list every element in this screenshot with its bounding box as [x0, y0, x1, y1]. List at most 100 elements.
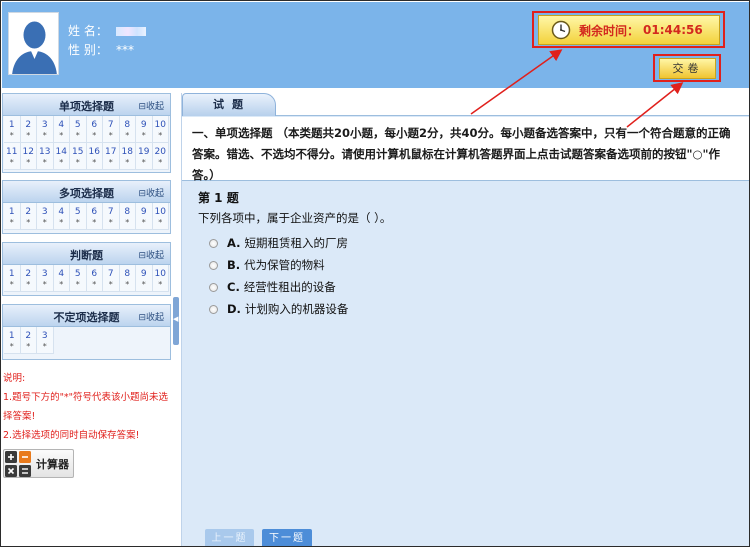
unanswered-mark: * — [59, 158, 64, 167]
next-question-button[interactable]: 下一题 — [262, 529, 312, 546]
calculator-button[interactable]: 计算器 — [3, 449, 74, 478]
question-number-cell[interactable]: 3 * — [37, 327, 54, 354]
question-number-label: 3 — [41, 120, 48, 130]
option-c[interactable]: C. 经营性租出的设备 — [198, 276, 738, 298]
question-number-cell[interactable]: 10 * — [152, 265, 169, 292]
question-number: 第 1 题 — [198, 191, 239, 205]
tab-questions[interactable]: 试题 — [182, 93, 276, 116]
question-number-cell[interactable]: 2 * — [20, 116, 37, 143]
question-number-cell[interactable]: 1 * — [4, 327, 21, 354]
question-number-cell[interactable]: 1 * — [4, 116, 21, 143]
question-number-label: 8 — [124, 207, 131, 217]
section-header: 单项选择题 ⊟收起 — [3, 94, 170, 116]
question-number-cell[interactable]: 4 * — [53, 116, 70, 143]
question-number-cell[interactable]: 7 * — [103, 116, 120, 143]
question-number-cell[interactable]: 9 * — [136, 265, 153, 292]
question-grid: 1 * 2 * 3 * — [3, 327, 170, 354]
question-number-label: 10 — [154, 207, 166, 217]
question-number-cell[interactable]: 4 * — [53, 203, 70, 230]
unanswered-mark: * — [75, 280, 80, 289]
question-number-label: 12 — [22, 147, 34, 157]
question-number-cell[interactable]: 7 * — [103, 265, 120, 292]
question-number-cell[interactable]: 14 * — [53, 143, 70, 170]
question-text: 下列各项中，属于企业资产的是（ ）。 — [198, 211, 392, 225]
question-number-cell[interactable]: 13 * — [37, 143, 54, 170]
section-header: 判断题 ⊟收起 — [3, 243, 170, 265]
unanswered-mark: * — [26, 218, 31, 227]
unanswered-mark: * — [92, 280, 97, 289]
question-number-cell[interactable]: 5 * — [70, 116, 87, 143]
unanswered-mark: * — [108, 158, 113, 167]
previous-question-button[interactable]: 上一题 — [205, 529, 254, 546]
collapse-button[interactable]: ⊟收起 — [138, 186, 164, 199]
option-a[interactable]: A. 短期租赁租入的厂房 — [198, 232, 738, 254]
question-number-cell[interactable]: 15 * — [70, 143, 87, 170]
name-value-redacted — [116, 27, 146, 36]
question-number-cell[interactable]: 3 * — [37, 203, 54, 230]
question-number-label: 18 — [121, 147, 133, 157]
question-number-cell[interactable]: 9 * — [136, 116, 153, 143]
instructions-note: 说明: 1.题号下方的"*"符号代表该小题尚未选择答案! 2.选择选项的同时自动… — [3, 369, 173, 445]
question-number-cell[interactable]: 6 * — [86, 265, 103, 292]
radio-button[interactable] — [209, 260, 218, 270]
unanswered-mark: * — [42, 218, 47, 227]
question-number-label: 6 — [91, 120, 98, 130]
question-number-cell[interactable]: 19 * — [136, 143, 153, 170]
question-number-cell[interactable]: 11 * — [4, 143, 21, 170]
unanswered-mark: * — [75, 131, 80, 140]
question-number-cell[interactable]: 17 * — [103, 143, 120, 170]
option-text: 计划购入的机器设备 — [244, 302, 349, 316]
radio-button[interactable] — [209, 282, 218, 292]
note-line-1: 1.题号下方的"*"符号代表该小题尚未选择答案! — [3, 392, 169, 422]
question-number-cell[interactable]: 2 * — [20, 203, 37, 230]
radio-button[interactable] — [209, 238, 218, 248]
unanswered-mark: * — [42, 158, 47, 167]
question-number-label: 2 — [25, 207, 32, 217]
question-number-cell[interactable]: 9 * — [136, 203, 153, 230]
question-number-cell[interactable]: 16 * — [86, 143, 103, 170]
sidebar-toggle-handle[interactable]: ◀ — [173, 297, 179, 345]
question-number-label: 1 — [8, 269, 15, 279]
question-number-label: 11 — [6, 147, 18, 157]
question-number-cell[interactable]: 1 * — [4, 265, 21, 292]
question-number-label: 6 — [91, 207, 98, 217]
question-number-label: 16 — [88, 147, 100, 157]
unanswered-mark: * — [141, 158, 146, 167]
question-number-cell[interactable]: 7 * — [103, 203, 120, 230]
question-number-cell[interactable]: 10 * — [152, 116, 169, 143]
option-d[interactable]: D. 计划购入的机器设备 — [198, 298, 738, 320]
question-number-cell[interactable]: 12 * — [20, 143, 37, 170]
question-number-cell[interactable]: 1 * — [4, 203, 21, 230]
question-number-cell[interactable]: 2 * — [20, 265, 37, 292]
unanswered-mark: * — [9, 280, 14, 289]
question-number-cell[interactable]: 8 * — [119, 265, 136, 292]
question-number-cell[interactable]: 5 * — [70, 265, 87, 292]
question-number-cell[interactable]: 4 * — [53, 265, 70, 292]
radio-button[interactable] — [209, 304, 218, 314]
section-true-false: 判断题 ⊟收起 1 * 2 * 3 * 4 * 5 * 6 * 7 * 8 * 9 * 10 * — [2, 242, 171, 296]
question-number-cell[interactable]: 10 * — [152, 203, 169, 230]
collapse-button[interactable]: ⊟收起 — [138, 310, 164, 323]
question-number-cell[interactable]: 18 * — [119, 143, 136, 170]
question-number-label: 9 — [140, 120, 147, 130]
question-number-cell[interactable]: 5 * — [70, 203, 87, 230]
question-number-cell[interactable]: 3 * — [37, 265, 54, 292]
question-number-label: 8 — [124, 269, 131, 279]
question-number-cell[interactable]: 20 * — [152, 143, 169, 170]
question-number-cell[interactable]: 6 * — [86, 203, 103, 230]
question-number-cell[interactable]: 2 * — [20, 327, 37, 354]
unanswered-mark: * — [59, 131, 64, 140]
question-number-label: 2 — [25, 331, 32, 341]
section-single-choice: 单项选择题 ⊟收起 1 * 2 * 3 * 4 * 5 * 6 * 7 * 8 * 9 * 10 * 11 * 12 * 13 *… — [2, 93, 171, 173]
submit-exam-button[interactable]: 交卷 — [659, 58, 716, 79]
name-label: 姓 名： — [68, 24, 108, 38]
question-number-cell[interactable]: 6 * — [86, 116, 103, 143]
question-number-cell[interactable]: 8 * — [119, 203, 136, 230]
option-b[interactable]: B. 代为保管的物料 — [198, 254, 738, 276]
collapse-button[interactable]: ⊟收起 — [138, 248, 164, 261]
option-key: A. — [227, 236, 241, 250]
question-number-cell[interactable]: 3 * — [37, 116, 54, 143]
collapse-button[interactable]: ⊟收起 — [138, 99, 164, 112]
question-number-cell[interactable]: 8 * — [119, 116, 136, 143]
question-number-label: 15 — [72, 147, 84, 157]
